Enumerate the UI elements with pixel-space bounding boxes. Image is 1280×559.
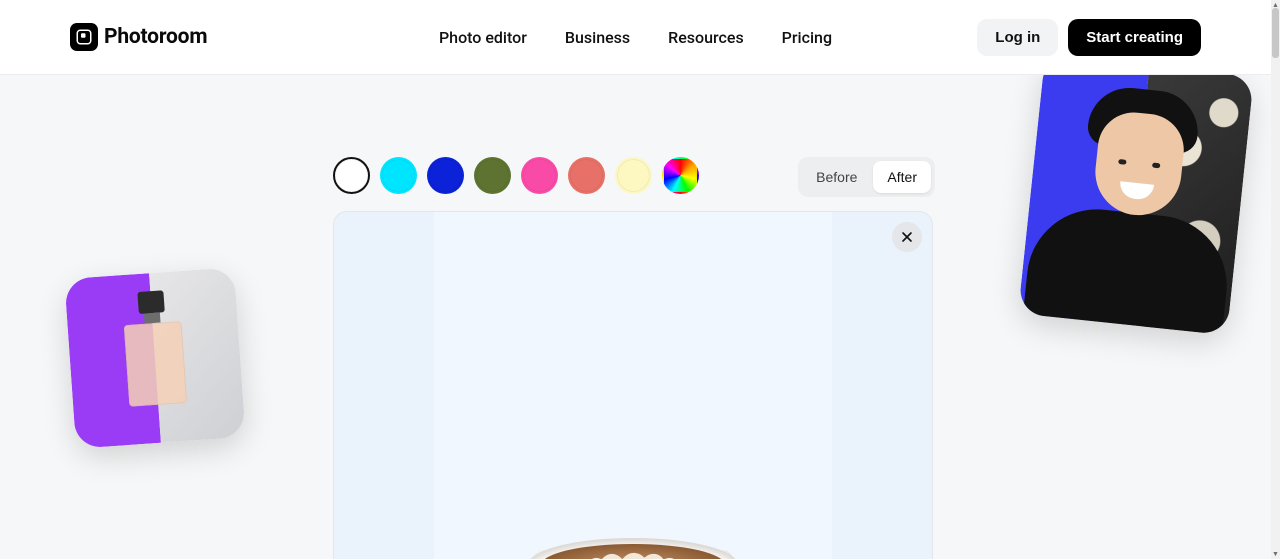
- site-header: Photoroom Photo editor Business Resource…: [0, 0, 1271, 75]
- toggle-before[interactable]: Before: [802, 161, 871, 193]
- logo-icon: [70, 23, 98, 51]
- scroll-thumb[interactable]: [1272, 8, 1279, 58]
- sample-card-person: [1018, 75, 1254, 335]
- nav-pricing[interactable]: Pricing: [782, 28, 832, 47]
- scroll-down-icon[interactable]: ▼: [1271, 549, 1280, 559]
- preview-canvas: [434, 212, 832, 559]
- close-preview-button[interactable]: [892, 222, 922, 252]
- brand-logo[interactable]: Photoroom: [70, 23, 207, 51]
- swatch-white[interactable]: [333, 157, 370, 194]
- background-color-picker: [333, 157, 699, 194]
- brand-name: Photoroom: [104, 25, 207, 49]
- start-creating-button[interactable]: Start creating: [1068, 19, 1201, 56]
- swatch-pink[interactable]: [521, 157, 558, 194]
- nav-photo-editor[interactable]: Photo editor: [439, 28, 527, 47]
- login-button[interactable]: Log in: [977, 19, 1058, 56]
- sample-card-perfume: [64, 267, 245, 448]
- vertical-scrollbar[interactable]: ▲ ▼: [1271, 0, 1280, 559]
- perfume-icon: [109, 288, 200, 423]
- toggle-after[interactable]: After: [873, 161, 931, 193]
- swatch-lemon[interactable]: [615, 157, 652, 194]
- auth-actions: Log in Start creating: [977, 19, 1201, 56]
- swatch-custom[interactable]: [662, 157, 699, 194]
- swatch-olive[interactable]: [474, 157, 511, 194]
- nav-resources[interactable]: Resources: [668, 28, 744, 47]
- swatch-coral[interactable]: [568, 157, 605, 194]
- editor-preview-panel: [333, 211, 933, 559]
- before-after-toggle: Before After: [798, 157, 935, 197]
- person-icon: [1087, 78, 1203, 149]
- nav-business[interactable]: Business: [565, 28, 630, 47]
- swatch-cyan[interactable]: [380, 157, 417, 194]
- primary-nav: Photo editor Business Resources Pricing: [439, 28, 832, 47]
- page-body: Before After: [0, 75, 1271, 559]
- close-icon: [901, 231, 913, 243]
- swatch-blue[interactable]: [427, 157, 464, 194]
